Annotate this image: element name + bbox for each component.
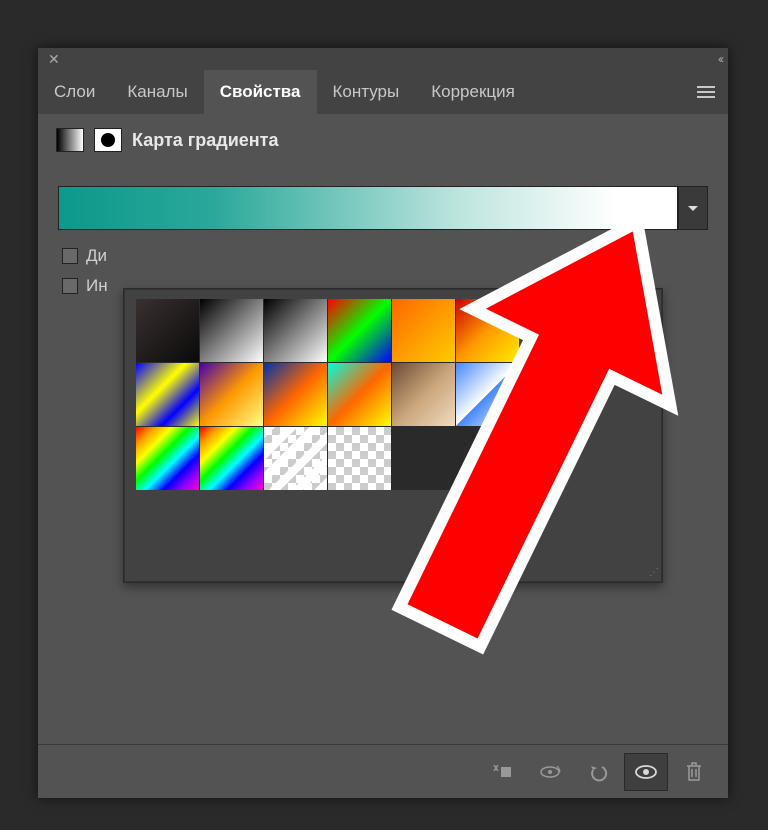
gradient-swatch[interactable] [328, 363, 391, 426]
gradient-swatch[interactable] [136, 299, 199, 362]
tab-properties[interactable]: Свойства [204, 70, 317, 114]
resize-grip-icon[interactable]: ⋰ [649, 567, 658, 578]
gradient-swatch[interactable] [456, 299, 519, 362]
trash-icon [684, 761, 704, 783]
collapse-icon[interactable]: ‹‹ [718, 52, 722, 66]
checkbox-reverse[interactable] [62, 278, 78, 294]
titlebar: ✕ ‹‹ [38, 48, 728, 70]
tab-adjustments[interactable]: Коррекция [415, 70, 531, 114]
tab-layers[interactable]: Слои [38, 70, 111, 114]
gradient-swatch[interactable] [136, 427, 199, 490]
clip-icon [491, 762, 513, 782]
hamburger-icon [697, 91, 715, 93]
gear-icon: ⚙ [613, 313, 627, 330]
panel-tabs: Слои Каналы Свойства Контуры Коррекция [38, 70, 728, 114]
eye-cycle-icon [537, 762, 563, 782]
gradient-swatch[interactable] [200, 299, 263, 362]
gradient-swatch[interactable] [456, 363, 519, 426]
gradient-swatch[interactable] [200, 363, 263, 426]
adjustment-title: Карта градиента [132, 130, 279, 151]
picker-settings-button[interactable]: ⚙▾ [613, 311, 632, 331]
gradient-swatch[interactable] [136, 363, 199, 426]
dither-label: Ди [86, 246, 107, 266]
gradient-preview-row [58, 186, 708, 230]
gradient-swatch[interactable] [392, 363, 455, 426]
gradient-swatch[interactable] [328, 427, 391, 490]
gradient-swatch[interactable] [392, 299, 455, 362]
reset-button[interactable] [576, 753, 620, 791]
gradient-picker-popup: ⚙▾ ⋰ [123, 288, 663, 583]
delete-adjustment-button[interactable] [672, 753, 716, 791]
undo-icon [587, 762, 609, 782]
gradient-swatch[interactable] [200, 427, 263, 490]
layer-mask-icon [94, 128, 122, 152]
gradient-swatch[interactable] [264, 427, 327, 490]
close-icon[interactable]: ✕ [44, 51, 64, 68]
panel-menu-button[interactable] [684, 70, 728, 114]
gradient-swatch[interactable] [328, 299, 391, 362]
gradient-swatch[interactable] [264, 363, 327, 426]
gradient-swatch[interactable] [264, 299, 327, 362]
gradient-map-icon [56, 128, 84, 152]
chevron-down-icon [688, 206, 698, 211]
properties-panel: ✕ ‹‹ Слои Каналы Свойства Контуры Коррек… [38, 48, 728, 798]
tab-paths[interactable]: Контуры [317, 70, 416, 114]
tab-channels[interactable]: Каналы [111, 70, 203, 114]
eye-icon [633, 762, 659, 782]
panel-bottom-bar [38, 744, 728, 798]
gear-dropdown-icon: ▾ [627, 318, 632, 328]
adjustment-header: Карта градиента [38, 114, 728, 166]
clip-to-layer-button[interactable] [480, 753, 524, 791]
reverse-label: Ин [86, 276, 108, 296]
gradient-swatch-grid [136, 299, 519, 490]
gradient-dropdown-button[interactable] [678, 186, 708, 230]
dither-checkbox-row[interactable]: Ди [62, 246, 704, 266]
toggle-visibility-button[interactable] [624, 753, 668, 791]
view-previous-button[interactable] [528, 753, 572, 791]
checkbox-dither[interactable] [62, 248, 78, 264]
gradient-preview[interactable] [58, 186, 678, 230]
